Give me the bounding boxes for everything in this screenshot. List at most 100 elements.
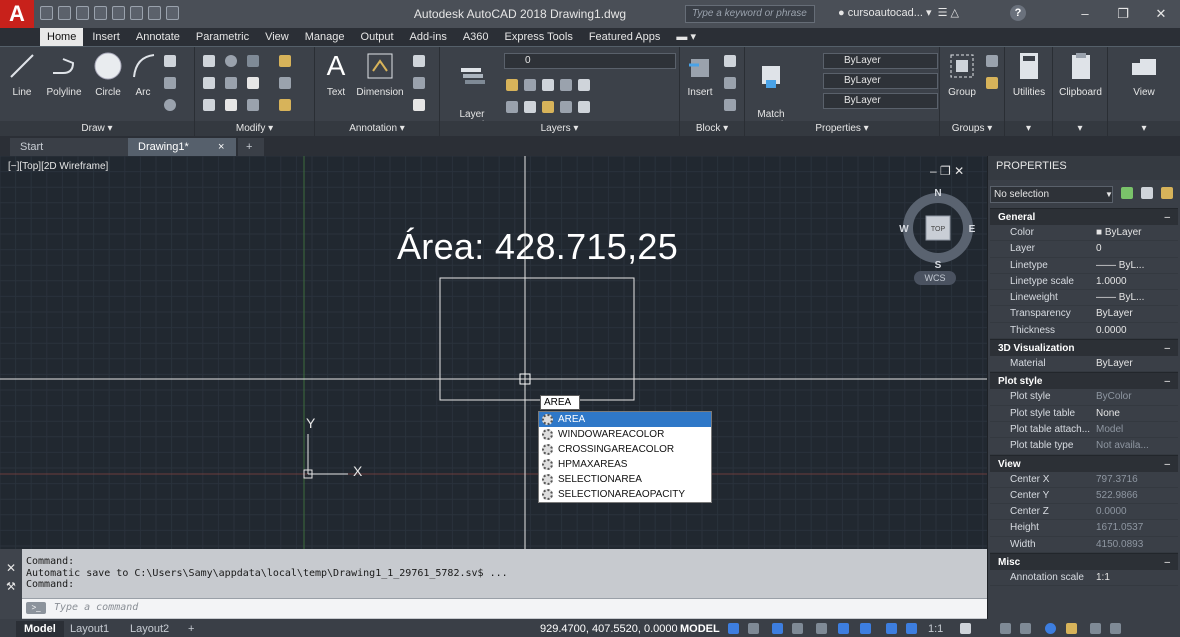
sign-in-menu[interactable]: ● cursoautocad... ▾ ☰ △ <box>838 6 959 19</box>
property-row[interactable]: Plot table attach... Model <box>990 422 1178 439</box>
tab-featured-apps[interactable]: Featured Apps <box>582 28 668 46</box>
clean-screen-icon[interactable] <box>1090 623 1101 634</box>
property-row[interactable]: Lineweight —— ByL... <box>990 290 1178 307</box>
property-value[interactable]: 1671.0537 <box>1092 520 1178 535</box>
create-block-icon[interactable] <box>724 55 742 70</box>
property-value[interactable]: —— ByL... <box>1092 258 1178 273</box>
property-row[interactable]: Transparency ByLayer <box>990 306 1178 323</box>
copy-icon[interactable] <box>203 77 221 92</box>
arc-button[interactable]: Arc <box>128 51 158 98</box>
undo-icon[interactable] <box>130 6 143 20</box>
autocomplete-item[interactable]: HPMAXAREAS <box>539 457 711 472</box>
tab-parametric[interactable]: Parametric <box>189 28 256 46</box>
collapse-icon[interactable]: – <box>1164 340 1170 357</box>
property-value[interactable]: Model <box>1092 422 1178 437</box>
property-section-header[interactable]: View – <box>990 454 1178 472</box>
hatch-icon[interactable] <box>164 77 182 92</box>
circle-button[interactable]: Circle <box>90 51 126 98</box>
mirror-icon[interactable] <box>225 77 243 92</box>
customize-qat-icon[interactable] <box>166 6 179 20</box>
rectangle-icon[interactable] <box>164 55 182 70</box>
annotation-monitor-icon[interactable] <box>1000 623 1011 634</box>
property-value[interactable]: ByLayer <box>1092 356 1178 371</box>
select-objects-icon[interactable] <box>1141 187 1153 199</box>
object-snap-tracking-icon[interactable] <box>838 623 849 634</box>
tab-manage[interactable]: Manage <box>298 28 352 46</box>
property-section-header[interactable]: Plot style – <box>990 372 1178 390</box>
properties-panel-title[interactable]: Properties ▾ <box>745 121 939 137</box>
grid-icon[interactable] <box>728 623 739 634</box>
close-button[interactable]: ✕ <box>1142 0 1180 28</box>
layer-combo[interactable]: 0 <box>504 53 676 69</box>
autoscale-icon[interactable] <box>906 623 917 634</box>
property-row[interactable]: Linetype —— ByL... <box>990 258 1178 274</box>
autocomplete-item[interactable]: AREA <box>539 412 711 427</box>
property-row[interactable]: Center X 797.3716 <box>990 472 1178 488</box>
property-value[interactable]: 1:1 <box>1092 570 1178 585</box>
annotation-visibility-icon[interactable] <box>886 623 897 634</box>
collapse-icon[interactable]: – <box>1164 373 1170 390</box>
layer-tools-row1[interactable] <box>506 79 596 94</box>
customization-icon[interactable] <box>1110 623 1121 634</box>
app-menu-button[interactable]: A <box>0 0 34 28</box>
save-as-icon[interactable] <box>94 6 107 20</box>
new-icon[interactable] <box>40 6 53 20</box>
command-line-grip[interactable]: ✕ ⚒ <box>0 549 22 619</box>
scale-icon[interactable] <box>225 99 243 114</box>
tab-add-ins[interactable]: Add-ins <box>403 28 454 46</box>
property-value[interactable]: 4150.0893 <box>1092 537 1178 552</box>
clipboard-expand[interactable]: ▾ <box>1053 121 1107 137</box>
viewcube[interactable]: TOP N S E W <box>896 186 980 270</box>
isodraft-icon[interactable] <box>816 623 827 634</box>
ungroup-icon[interactable] <box>986 55 1004 70</box>
property-row[interactable]: Center Y 522.9866 <box>990 488 1178 505</box>
view-button[interactable]: View <box>1122 51 1166 98</box>
block-panel-title[interactable]: Block ▾ <box>680 121 744 137</box>
fillet-icon[interactable] <box>247 77 265 92</box>
table-icon[interactable] <box>413 99 431 114</box>
property-value[interactable]: 1.0000 <box>1092 274 1178 289</box>
tab-output[interactable]: Output <box>354 28 401 46</box>
annotation-panel-title[interactable]: Annotation ▾ <box>315 121 439 137</box>
property-value[interactable]: 797.3716 <box>1092 472 1178 487</box>
model-space-button[interactable]: MODEL <box>680 621 720 637</box>
redo-icon[interactable] <box>148 6 161 20</box>
property-row[interactable]: Plot style ByColor <box>990 389 1178 406</box>
wcs-menu[interactable]: WCS <box>914 271 956 285</box>
array-icon[interactable] <box>247 99 265 114</box>
add-layout-button[interactable]: + <box>180 621 202 637</box>
tab-layout2[interactable]: Layout2 <box>122 621 177 637</box>
move-icon[interactable] <box>203 55 221 70</box>
tab-layout1[interactable]: Layout1 <box>62 621 117 637</box>
close-icon[interactable]: ✕ <box>6 561 16 575</box>
line-button[interactable]: Line <box>4 51 40 98</box>
tab-annotate[interactable]: Annotate <box>129 28 187 46</box>
match-properties-button[interactable]: Match Properties <box>747 51 795 131</box>
toggle-pickadd-icon[interactable] <box>1121 187 1133 199</box>
property-row[interactable]: Height 1671.0537 <box>990 520 1178 537</box>
draw-panel-title[interactable]: Draw ▾ <box>0 121 194 137</box>
property-row[interactable]: Color ■ ByLayer <box>990 225 1178 242</box>
text-button[interactable]: A Text <box>321 51 351 99</box>
group-button[interactable]: Group <box>944 51 980 98</box>
modify-panel-title[interactable]: Modify ▾ <box>195 121 314 137</box>
viewport-window-controls[interactable]: – ❐ ✕ <box>930 164 964 178</box>
tab-view[interactable]: View <box>258 28 296 46</box>
dynamic-input-field[interactable]: AREA <box>540 395 580 410</box>
property-value[interactable]: None <box>1092 406 1178 421</box>
quick-select-icon[interactable] <box>1161 187 1173 199</box>
linear-dim-icon[interactable] <box>413 55 431 70</box>
cursor-coordinates[interactable]: 929.4700, 407.5520, 0.0000 <box>540 621 678 637</box>
property-row[interactable]: Layer 0 <box>990 241 1178 258</box>
tab-insert[interactable]: Insert <box>85 28 127 46</box>
collapse-icon[interactable]: – <box>1164 554 1170 571</box>
tab-start[interactable]: Start <box>10 138 128 156</box>
property-value[interactable]: 0.0000 <box>1092 504 1178 519</box>
dimension-button[interactable]: Dimension <box>353 51 407 98</box>
view-expand[interactable]: ▾ <box>1108 121 1180 137</box>
property-row[interactable]: Annotation scale 1:1 <box>990 570 1178 587</box>
selection-dropdown[interactable]: No selection ▼ <box>990 186 1113 203</box>
property-row[interactable]: Thickness 0.0000 <box>990 323 1178 340</box>
explode-icon[interactable] <box>279 77 297 92</box>
property-value[interactable]: ByLayer <box>1092 306 1178 321</box>
